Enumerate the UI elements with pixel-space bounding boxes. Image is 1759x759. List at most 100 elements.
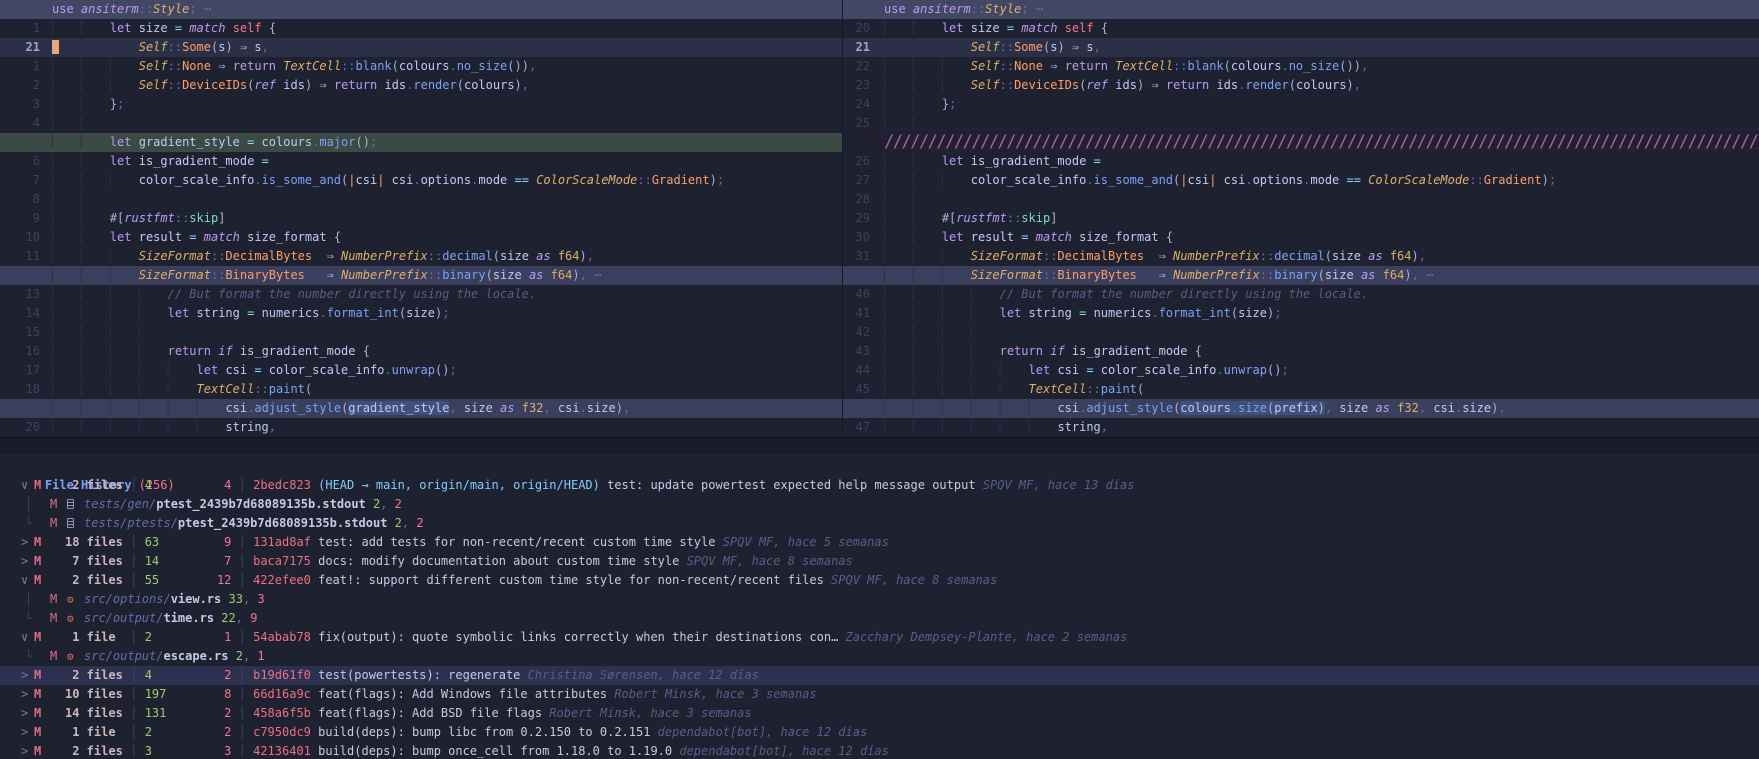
code-line[interactable]: 16▏ ▏ ▏ ▏ return if is_gradient_mode { <box>0 342 842 361</box>
indent-guide: ▏ <box>913 192 942 206</box>
code-line[interactable]: 6▏ ▏ let is_gradient_mode = <box>0 152 842 171</box>
tree-guide: └ <box>16 609 50 628</box>
commit-row[interactable]: >M14 files │ 131 2 │ 458a6f5b feat(flags… <box>0 704 1759 723</box>
indent-guide: ▏ <box>52 154 81 168</box>
code-line[interactable]: 18▏ ▏ ▏ ▏ ▏ TextCell::paint( <box>0 380 842 399</box>
indent-guide: ▏ <box>110 344 139 358</box>
code-line[interactable]: 45▏ ▏ ▏ ▏ ▏ TextCell::paint( <box>843 380 1759 399</box>
file-row[interactable]: └Mtests/ptests/ptest_2439b7d68089135b.st… <box>0 514 1759 533</box>
code-line[interactable]: 1use ansiterm::Style; ⋯ <box>843 0 1759 19</box>
line-number: 31 <box>843 247 870 266</box>
code-line[interactable]: 1▏ ▏ let size = match self { <box>0 19 842 38</box>
chevron-right-icon[interactable]: > <box>16 685 34 704</box>
line-text: ▏ ▏ ▏ Self::DeviceIDs(ref ids) ⇒ return … <box>870 76 1759 95</box>
chevron-right-icon[interactable]: > <box>16 704 34 723</box>
code-line[interactable]: 19▏ ▏ ▏ ▏ ▏ ▏ csi.adjust_style(gradient_… <box>0 399 842 418</box>
indent-guide: ▏ <box>52 420 81 434</box>
commit-row[interactable]: ∨M 2 files │ 55 12 │ 422efee0 feat!: sup… <box>0 571 1759 590</box>
line-text: ▏ ▏ ▏ ▏ return if is_gradient_mode { <box>40 342 842 361</box>
additions-count: 2 <box>145 630 152 644</box>
file-row[interactable]: │Mtests/gen/ptest_2439b7d68089135b.stdou… <box>0 495 1759 514</box>
code-line[interactable]: 41▏ ▏ ▏ ▏ let string = numerics.format_i… <box>843 304 1759 323</box>
additions-count: 4 <box>145 668 152 682</box>
code-line[interactable]: 26▏ ▏ let is_gradient_mode = <box>843 152 1759 171</box>
files-changed-count: 18 files <box>65 533 123 552</box>
window-separator[interactable] <box>0 437 1759 454</box>
status-badge: M <box>50 590 67 609</box>
diff-pane-right[interactable]: 1use ansiterm::Style; ⋯20▏ ▏ let size = … <box>843 0 1759 437</box>
file-row[interactable]: │M⚙src/options/view.rs 33, 3 <box>0 590 1759 609</box>
code-line[interactable]: 44▏ ▏ ▏ ▏ ▏ let csi = color_scale_info.u… <box>843 361 1759 380</box>
indent-guide: ▏ <box>52 401 81 415</box>
code-line[interactable]: 25▏ ▏ <box>843 114 1759 133</box>
commit-row[interactable]: >M 2 files │ 3 3 │ 42136401 build(deps):… <box>0 742 1759 759</box>
code-line[interactable]: 30▏ ▏ let result = match size_format { <box>843 228 1759 247</box>
commit-row[interactable]: >M 2 files │ 4 2 │ b19d61f0 test(powerte… <box>0 666 1759 685</box>
diff-stats: 63 9 <box>145 535 232 549</box>
code-line[interactable]: 12▏ ▏ ▏ SizeFormat::BinaryBytes ⇒ Number… <box>0 266 842 285</box>
code-line[interactable]: 23▏ ▏ ▏ Self::DeviceIDs(ref ids) ⇒ retur… <box>843 76 1759 95</box>
file-row[interactable]: └M⚙src/output/escape.rs 2, 1 <box>0 647 1759 666</box>
code-line[interactable]: 21▏ ▏ ▏ Self::Some(s) ⇒ s, <box>843 38 1759 57</box>
code-line[interactable]: 11▏ ▏ ▏ SizeFormat::DecimalBytes ⇒ Numbe… <box>0 247 842 266</box>
code-line[interactable]: 15▏ ▏ ▏ ▏ <box>0 323 842 342</box>
code-line[interactable]: 8▏ ▏ <box>0 190 842 209</box>
indent-guide: ▏ <box>971 287 1000 301</box>
diff-pane-left[interactable]: 2use ansiterm::Style; ⋯1▏ ▏ let size = m… <box>0 0 843 437</box>
chevron-right-icon[interactable]: > <box>16 666 34 685</box>
code-line[interactable]: 3▏ ▏ }; <box>0 95 842 114</box>
line-text: ▏ ▏ let result = match size_format { <box>40 228 842 247</box>
code-line[interactable]: 10▏ ▏ let result = match size_format { <box>0 228 842 247</box>
code-line[interactable]: 1▏ ▏ ▏ Self::None ⇒ return TextCell::bla… <box>0 57 842 76</box>
code-line[interactable]: 27▏ ▏ ▏ color_scale_info.is_some_and(|cs… <box>843 171 1759 190</box>
indent-guide: ▏ <box>52 78 81 92</box>
indent-guide: ▏ <box>942 420 971 434</box>
chevron-down-icon[interactable]: ∨ <box>16 571 34 590</box>
commit-row[interactable]: >M 1 file │ 2 2 │ c7950dc9 build(deps): … <box>0 723 1759 742</box>
code-line[interactable]: 46▏ ▏ ▏ ▏ ▏ ▏ csi.adjust_style(colours.s… <box>843 399 1759 418</box>
code-line[interactable]: 43▏ ▏ ▏ ▏ return if is_gradient_mode { <box>843 342 1759 361</box>
code-line[interactable]: 17▏ ▏ ▏ ▏ ▏ let csi = color_scale_info.u… <box>0 361 842 380</box>
code-line[interactable]: 42▏ ▏ ▏ ▏ <box>843 323 1759 342</box>
code-line[interactable]: 28▏ ▏ <box>843 190 1759 209</box>
line-text: ▏ ▏ ▏ ▏ ▏ ▏ csi.adjust_style(gradient_st… <box>40 399 842 418</box>
commit-row[interactable]: >M18 files │ 63 9 │ 131ad8af test: add t… <box>0 533 1759 552</box>
code-line[interactable]: 21 ▏ ▏ Self::Some(s) ⇒ s, <box>0 38 842 57</box>
file-row[interactable]: └M⚙src/output/time.rs 22, 9 <box>0 609 1759 628</box>
indent-guide: ▏ <box>52 382 81 396</box>
commit-row[interactable]: ∨M 1 file │ 2 1 │ 54abab78 fix(output): … <box>0 628 1759 647</box>
code-line[interactable]: 20▏ ▏ let size = match self { <box>843 19 1759 38</box>
code-line[interactable]: 47▏ ▏ ▏ ▏ ▏ ▏ string, <box>843 418 1759 437</box>
chevron-down-icon[interactable]: ∨ <box>16 628 34 647</box>
code-line[interactable]: 2use ansiterm::Style; ⋯ <box>0 0 842 19</box>
indent-guide: ▏ <box>942 306 971 320</box>
code-line[interactable]: 9▏ ▏ #[rustfmt::skip] <box>0 209 842 228</box>
code-line[interactable]: 22▏ ▏ ▏ Self::None ⇒ return TextCell::bl… <box>843 57 1759 76</box>
code-line[interactable]: 40▏ ▏ ▏ ▏ // But format the number direc… <box>843 285 1759 304</box>
code-line[interactable]: 32▏ ▏ ▏ SizeFormat::BinaryBytes ⇒ Number… <box>843 266 1759 285</box>
code-line[interactable]: 2▏ ▏ ▏ Self::DeviceIDs(ref ids) ⇒ return… <box>0 76 842 95</box>
code-line[interactable]: 24▏ ▏ }; <box>843 95 1759 114</box>
code-line[interactable]: 4▏ ▏ <box>0 114 842 133</box>
diff-filler-line[interactable]: ////////////////////////////////////////… <box>843 133 1759 152</box>
indent-guide: ▏ <box>168 420 197 434</box>
code-line[interactable]: 29▏ ▏ #[rustfmt::skip] <box>843 209 1759 228</box>
commit-hash: 422efee0 <box>253 573 311 587</box>
line-number: 3 <box>0 95 40 114</box>
code-line[interactable]: 20▏ ▏ ▏ ▏ ▏ ▏ string, <box>0 418 842 437</box>
commit-row[interactable]: >M 7 files │ 14 7 │ baca7175 docs: modif… <box>0 552 1759 571</box>
code-line[interactable]: 7▏ ▏ ▏ color_scale_info.is_some_and(|csi… <box>0 171 842 190</box>
code-line[interactable]: 14▏ ▏ ▏ ▏ let string = numerics.format_i… <box>0 304 842 323</box>
additions-count: 14 <box>145 554 159 568</box>
chevron-right-icon[interactable]: > <box>16 742 34 759</box>
chevron-down-icon[interactable]: ∨ <box>16 476 34 495</box>
file-directory: src/output/ <box>84 649 163 663</box>
code-line[interactable]: 5▏ ▏ let gradient_style = colours.major(… <box>0 133 842 152</box>
commit-row[interactable]: ∨M 2 files │ 4 4 │ 2bedc823 (HEAD → main… <box>0 476 1759 495</box>
code-line[interactable]: 13▏ ▏ ▏ ▏ // But format the number direc… <box>0 285 842 304</box>
code-line[interactable]: 31▏ ▏ ▏ SizeFormat::DecimalBytes ⇒ Numbe… <box>843 247 1759 266</box>
commit-row[interactable]: >M10 files │ 197 8 │ 66d16a9c feat(flags… <box>0 685 1759 704</box>
chevron-right-icon[interactable]: > <box>16 723 34 742</box>
chevron-right-icon[interactable]: > <box>16 533 34 552</box>
chevron-right-icon[interactable]: > <box>16 552 34 571</box>
